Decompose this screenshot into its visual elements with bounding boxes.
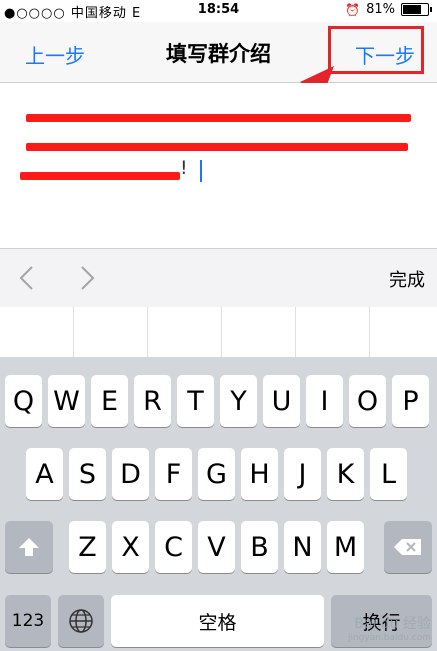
suggestion-cell[interactable]	[74, 307, 148, 357]
key-u[interactable]: U	[263, 375, 300, 427]
key-z[interactable]: Z	[69, 521, 106, 573]
redaction-line-1	[26, 114, 411, 122]
shift-key[interactable]	[5, 521, 53, 573]
chevron-left-icon[interactable]	[18, 265, 34, 291]
key-f[interactable]: F	[155, 448, 192, 500]
backspace-icon	[394, 539, 421, 555]
baidu-watermark: Bai du 经验 jingyan.baidu.com	[348, 613, 431, 643]
suggestion-cell[interactable]	[0, 307, 74, 357]
key-d[interactable]: D	[112, 448, 149, 500]
text-caret	[200, 160, 202, 182]
key-c[interactable]: C	[155, 521, 192, 573]
key-v[interactable]: V	[198, 521, 235, 573]
group-intro-textarea[interactable]: !	[0, 83, 437, 248]
key-h[interactable]: H	[241, 448, 278, 500]
key-o[interactable]: O	[349, 375, 386, 427]
key-b[interactable]: B	[241, 521, 278, 573]
suggestion-strip	[0, 307, 437, 357]
key-n[interactable]: N	[284, 521, 321, 573]
shift-arrow-icon	[19, 538, 39, 556]
suggestion-cell[interactable]	[148, 307, 222, 357]
chevron-right-icon[interactable]	[80, 265, 96, 291]
key-s[interactable]: S	[69, 448, 106, 500]
suggestion-cell[interactable]	[222, 307, 296, 357]
key-a[interactable]: A	[26, 448, 63, 500]
key-q[interactable]: Q	[5, 375, 42, 427]
key-e[interactable]: E	[91, 375, 128, 427]
key-r[interactable]: R	[134, 375, 171, 427]
key-t[interactable]: T	[177, 375, 214, 427]
done-button[interactable]: 完成	[389, 266, 425, 292]
numbers-key[interactable]: 123	[5, 595, 51, 647]
key-l[interactable]: L	[370, 448, 407, 500]
globe-icon	[69, 609, 93, 633]
watermark-brand: Bai du 经验	[354, 616, 431, 632]
key-i[interactable]: I	[306, 375, 343, 427]
suggestion-cell[interactable]	[296, 307, 370, 357]
key-m[interactable]: M	[327, 521, 364, 573]
watermark-url: jingyan.baidu.com	[347, 633, 431, 643]
keyboard: Q W E R T Y U I O P A S D F G H J K L Z …	[0, 357, 437, 651]
key-g[interactable]: G	[198, 448, 235, 500]
redaction-line-3	[20, 172, 180, 180]
key-j[interactable]: J	[284, 448, 321, 500]
space-key[interactable]: 空格	[111, 595, 324, 647]
key-y[interactable]: Y	[220, 375, 257, 427]
key-w[interactable]: W	[48, 375, 85, 427]
key-x[interactable]: X	[112, 521, 149, 573]
key-p[interactable]: P	[392, 375, 429, 427]
delete-key[interactable]	[384, 521, 432, 573]
redaction-line-2	[26, 143, 408, 151]
text-end-char: !	[180, 157, 188, 179]
key-k[interactable]: K	[327, 448, 364, 500]
input-toolbar: 完成	[0, 248, 437, 308]
globe-key[interactable]	[58, 595, 104, 647]
